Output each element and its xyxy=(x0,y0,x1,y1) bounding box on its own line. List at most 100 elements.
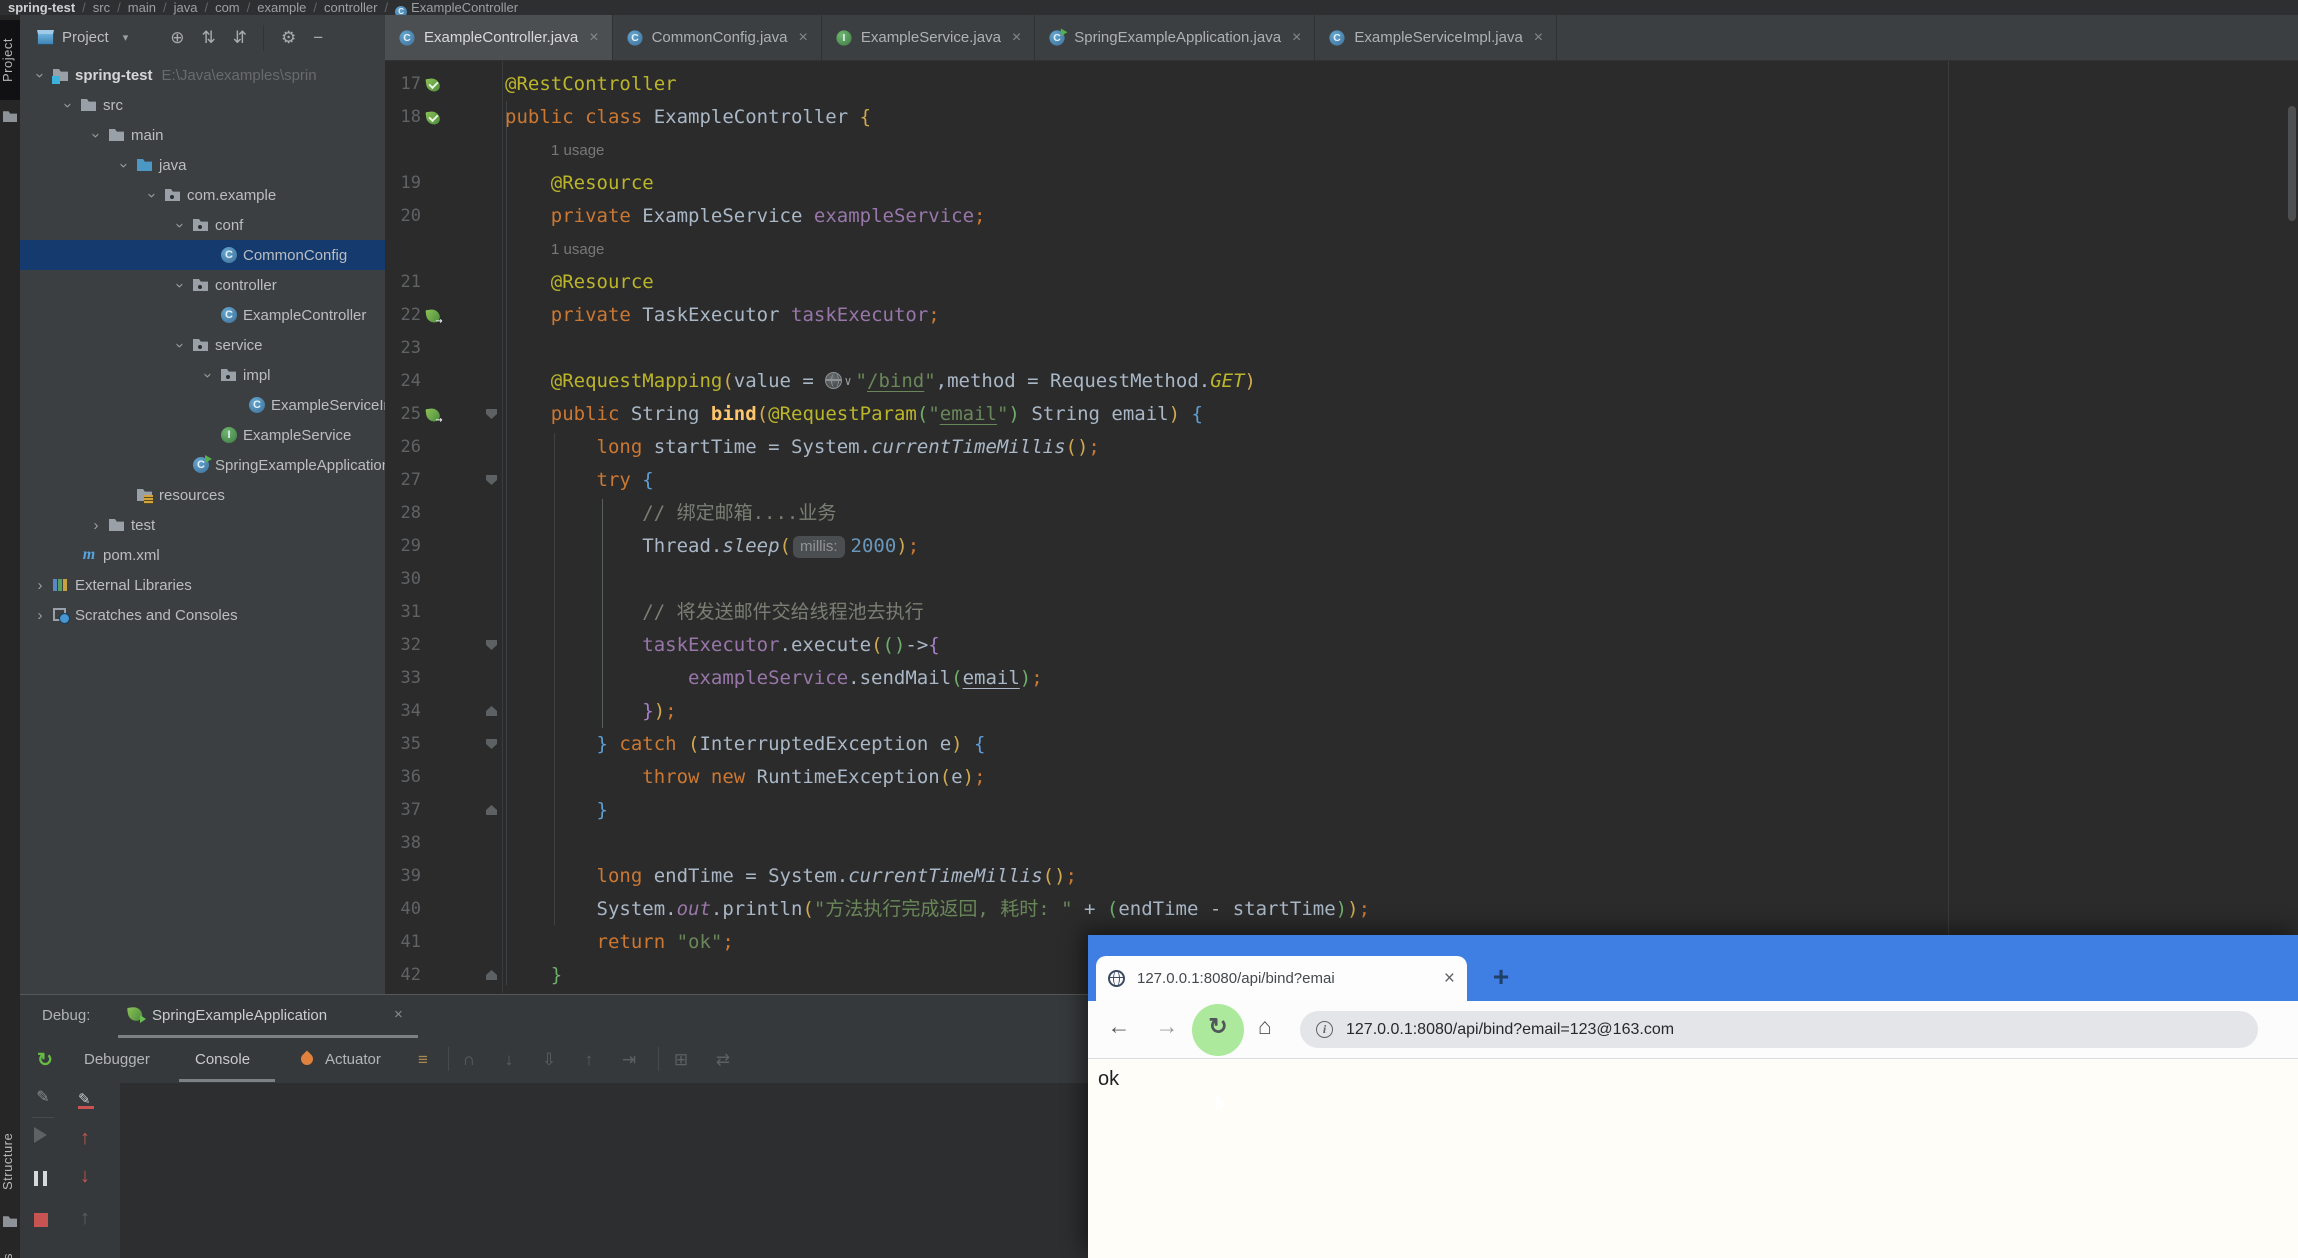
line-number[interactable]: 23 xyxy=(385,332,421,365)
line-number[interactable]: 17 xyxy=(385,68,421,101)
line-number[interactable]: 21 xyxy=(385,266,421,299)
step-over-icon[interactable]: ∩ xyxy=(456,1050,482,1070)
resume-icon[interactable] xyxy=(34,1127,47,1143)
scroll-to-top-icon[interactable]: ↑ xyxy=(72,1207,98,1230)
chevron-right-icon[interactable]: › xyxy=(28,607,52,624)
line-number[interactable]: 41 xyxy=(385,926,421,959)
tree-item-spring-test[interactable]: ›spring-testE:\Java\examples\sprin xyxy=(20,60,385,90)
back-icon[interactable]: ← xyxy=(1102,1013,1136,1040)
chevron-down-icon[interactable]: › xyxy=(172,333,189,357)
tree-item-service[interactable]: ›service xyxy=(20,330,385,360)
code-line[interactable]: 38 xyxy=(385,827,2298,860)
code-line[interactable]: 17@RestController xyxy=(385,68,2298,101)
tree-item-springexampleapplication[interactable]: SpringExampleApplication xyxy=(20,450,385,480)
tree-item-commonconfig[interactable]: CommonConfig xyxy=(20,240,385,270)
stripe-structure-button[interactable]: Structure xyxy=(0,1115,20,1207)
tree-item-com-example[interactable]: ›com.example xyxy=(20,180,385,210)
code-line[interactable]: 20 private ExampleService exampleService… xyxy=(385,200,2298,233)
run-to-cursor-icon[interactable]: ⇥ xyxy=(616,1050,642,1070)
stripe-bookmarks-button[interactable]: ks xyxy=(0,1247,20,1258)
breadcrumb-item[interactable]: java xyxy=(174,0,198,15)
chevron-down-icon[interactable]: › xyxy=(116,153,133,177)
spring-bean-icon[interactable] xyxy=(424,76,441,93)
code-line[interactable]: 30 xyxy=(385,563,2298,596)
editor-tab-exampleservice-java[interactable]: ExampleService.java× xyxy=(822,15,1035,60)
menu-icon[interactable]: ≡ xyxy=(410,1050,436,1070)
line-number[interactable]: 25 xyxy=(385,398,421,431)
code-line[interactable]: 23 xyxy=(385,332,2298,365)
tab-close-icon[interactable]: × xyxy=(589,29,598,47)
url-text[interactable]: 127.0.0.1:8080/api/bind?email=123@163.co… xyxy=(1346,1021,1674,1039)
chevron-down-icon[interactable]: › xyxy=(172,213,189,237)
tree-item-external-libraries[interactable]: ›External Libraries xyxy=(20,570,385,600)
line-number[interactable]: 18 xyxy=(385,101,421,134)
code-line[interactable]: 19 @Resource xyxy=(385,167,2298,200)
line-number[interactable]: 19 xyxy=(385,167,421,200)
line-number[interactable]: 28 xyxy=(385,497,421,530)
spring-bean-icon[interactable] xyxy=(424,109,441,126)
layout-settings-icon[interactable]: ⇄ xyxy=(710,1050,736,1070)
tree-item-main[interactable]: ›main xyxy=(20,120,385,150)
code-line[interactable]: 22 private TaskExecutor taskExecutor; xyxy=(385,299,2298,332)
line-number[interactable]: 39 xyxy=(385,860,421,893)
force-step-into-icon[interactable]: ⇩ xyxy=(536,1050,562,1070)
chevron-down-icon[interactable]: › xyxy=(200,363,217,387)
tree-item-scratches-and-consoles[interactable]: ›Scratches and Consoles xyxy=(20,600,385,630)
code-line[interactable]: 25 public String bind(@RequestParam("ema… xyxy=(385,398,2298,431)
chevron-down-icon[interactable]: ▾ xyxy=(123,31,129,44)
tab-debugger[interactable]: Debugger xyxy=(84,1051,150,1068)
tree-item-controller[interactable]: ›controller xyxy=(20,270,385,300)
code-line[interactable]: 40 System.out.println("方法执行完成返回, 耗时: " +… xyxy=(385,893,2298,926)
spring-bean-icon[interactable] xyxy=(424,307,441,324)
tab-close-icon[interactable]: × xyxy=(799,29,808,47)
tree-item-exampleserviceimpl[interactable]: ExampleServiceImpl xyxy=(20,390,385,420)
project-view-title[interactable]: Project xyxy=(62,29,109,46)
code-line[interactable]: 21 @Resource xyxy=(385,266,2298,299)
fold-marker-icon[interactable] xyxy=(486,640,497,650)
line-number[interactable]: 22 xyxy=(385,299,421,332)
chevron-right-icon[interactable]: › xyxy=(84,517,108,534)
code-line[interactable]: 32 taskExecutor.execute(()->{ xyxy=(385,629,2298,662)
pause-icon[interactable] xyxy=(34,1171,47,1186)
breadcrumb-item[interactable]: controller xyxy=(324,0,377,15)
line-number[interactable]: 27 xyxy=(385,464,421,497)
code-line[interactable]: 39 long endTime = System.currentTimeMill… xyxy=(385,860,2298,893)
breadcrumb-item[interactable]: spring-test xyxy=(8,0,75,15)
code-line[interactable]: 1 usage xyxy=(385,233,2298,266)
rerun-icon[interactable]: ↻ xyxy=(32,1049,58,1072)
chevron-right-icon[interactable]: › xyxy=(28,577,52,594)
code-line[interactable]: 35 } catch (InterruptedException e) { xyxy=(385,728,2298,761)
usages-inlay[interactable]: 1 usage xyxy=(551,134,604,167)
down-stack-trace-icon[interactable]: ↓ xyxy=(72,1165,98,1188)
tree-item-conf[interactable]: ›conf xyxy=(20,210,385,240)
chevron-down-icon[interactable]: › xyxy=(172,273,189,297)
code-line[interactable]: 31 // 将发送邮件交给线程池去执行 xyxy=(385,596,2298,629)
editor-tab-exampleserviceimpl-java[interactable]: ExampleServiceImpl.java× xyxy=(1315,15,1557,60)
tree-item-resources[interactable]: resources xyxy=(20,480,385,510)
fold-marker-icon[interactable] xyxy=(486,739,497,749)
line-number[interactable]: 33 xyxy=(385,662,421,695)
line-number[interactable]: 29 xyxy=(385,530,421,563)
code-line[interactable]: 34 }); xyxy=(385,695,2298,728)
chevron-down-icon[interactable]: › xyxy=(144,183,161,207)
line-number[interactable]: 24 xyxy=(385,365,421,398)
code-line[interactable]: 18public class ExampleController { xyxy=(385,101,2298,134)
breadcrumb-item[interactable]: example xyxy=(257,0,306,15)
tree-item-test[interactable]: ›test xyxy=(20,510,385,540)
usages-inlay[interactable]: 1 usage xyxy=(551,233,604,266)
hide-panel-icon[interactable]: − xyxy=(313,28,323,48)
fold-marker-icon[interactable] xyxy=(486,475,497,485)
fold-marker-icon[interactable] xyxy=(486,970,497,980)
line-number[interactable]: 26 xyxy=(385,431,421,464)
tree-item-impl[interactable]: ›impl xyxy=(20,360,385,390)
chevron-down-icon[interactable]: › xyxy=(32,63,49,87)
line-number[interactable]: 31 xyxy=(385,596,421,629)
browser-tab[interactable]: 127.0.0.1:8080/api/bind?emai × xyxy=(1096,956,1467,1001)
line-number[interactable]: 30 xyxy=(385,563,421,596)
tab-console[interactable]: Console xyxy=(195,1051,250,1068)
line-number[interactable]: 42 xyxy=(385,959,421,992)
close-icon[interactable]: × xyxy=(394,1006,403,1023)
code-line[interactable]: 1 usage xyxy=(385,134,2298,167)
code-line[interactable]: 24 @RequestMapping(value = ∨"/bind",meth… xyxy=(385,365,2298,398)
code-line[interactable]: 26 long startTime = System.currentTimeMi… xyxy=(385,431,2298,464)
